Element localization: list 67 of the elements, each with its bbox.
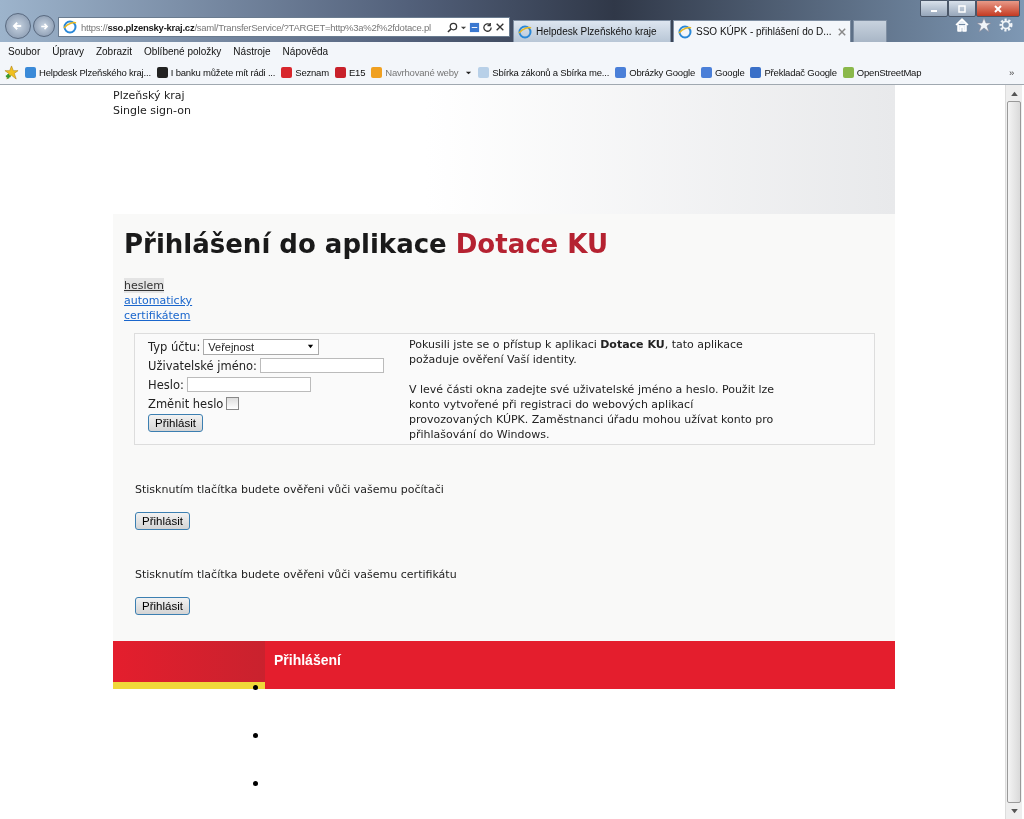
browser-tab[interactable]: Helpdesk Plzeňského kraje [513,20,671,42]
forward-button[interactable] [33,15,55,37]
globe-icon [678,24,692,39]
field-label: Heslo: [148,377,184,392]
menu-item[interactable]: Nástroje [227,46,277,57]
close-icon[interactable] [495,22,505,32]
login-button[interactable]: Přihlásit [135,512,190,530]
globe-icon [63,20,77,34]
checkbox-label: Změnit heslo [148,396,224,411]
compatibility-icon[interactable] [469,21,480,33]
info-paragraph: Pokusili jste se o přístup k aplikaci Dotace KU, tato aplikace požaduje ověření Vaší identity. [409,337,744,367]
close-icon [993,4,1003,13]
favorite-link[interactable]: Překladač Google [750,66,837,78]
close-button[interactable] [976,0,1020,17]
add-favorites-icon[interactable] [4,64,19,80]
favorite-link[interactable]: I banku můžete mít rádi ... [156,66,276,78]
scrollbar-thumb[interactable] [1007,101,1021,803]
favorite-link[interactable]: OpenStreetMap [842,66,922,78]
favorite-link[interactable]: Google [701,66,745,78]
login-method-link[interactable]: certifikátem [124,308,191,323]
menu-item[interactable]: Nápověda [276,46,335,57]
field-label: Uživatelské jméno: [148,358,257,373]
field-label: Typ účtu: [148,339,201,354]
username-field[interactable] [259,358,384,373]
favorite-link[interactable]: E15 [334,66,366,78]
password-field[interactable] [186,377,311,392]
menu-item[interactable]: Soubor [2,46,47,57]
maximize-button[interactable] [948,0,976,17]
browser-tab[interactable]: SSO KÚPK - přihlášení do D... [673,20,851,42]
favorite-link[interactable]: Helpdesk Plzeňského kraj... [25,66,151,78]
globe-icon [518,24,532,39]
scrollbar[interactable] [1005,85,1022,819]
menu-item[interactable]: Oblíbené položky [138,46,228,57]
login-method-link[interactable]: automaticky [124,293,193,308]
change-password-checkbox[interactable] [226,397,240,410]
favorite-link[interactable]: Navrhované weby [371,66,473,78]
header-text: Single sign-on [113,103,192,118]
refresh-icon[interactable] [482,21,493,33]
favorite-link[interactable]: Sbírka zákonů a Sbírka me... [478,66,610,78]
close-tab-icon[interactable] [838,27,846,36]
settings-icon[interactable] [998,17,1014,33]
minimize-button[interactable] [920,0,948,17]
caret-icon [307,343,315,350]
more-favorites-button[interactable]: » [1008,66,1014,78]
login-button[interactable]: Přihlásit [148,414,203,432]
favorite-link[interactable]: Obrázky Google [615,66,696,78]
page-title: Přihlášení do aplikace Dotace KU [124,228,610,260]
home-icon[interactable] [954,17,970,33]
login-method-link[interactable]: heslem [124,278,164,293]
section-text: Stisknutím tlačítka budete ověřeni vůči vašemu počítači [135,483,445,496]
account-type-select[interactable]: Veřejnost [203,338,320,355]
bullet-icon [253,781,258,786]
search-icon[interactable] [447,21,458,33]
address-bar[interactable]: https://sso.plzensky-kraj.cz/saml/TransferService/?TARGET=http%3a%2f%2fdotace.pl [58,17,510,37]
favorite-link[interactable]: Seznam [281,66,329,78]
bullet-icon [253,685,258,690]
header-text: Plzeňský kraj [113,88,186,103]
footer-title: Přihlášení [273,651,341,670]
menu-item[interactable]: Zobrazit [89,46,139,57]
info-paragraph: V levé části okna zadejte své uživatelské jméno a heslo. Použit lze konto vytvořené při registraci do webových aplikací provozovaných KÚPK. Zaměstnanci úřadu mohou užívat konto pro přihlašování do Windows. [409,382,776,442]
login-button[interactable]: Přihlásit [135,597,190,615]
menu-item[interactable]: Úpravy [46,46,90,57]
maximize-icon [957,4,967,13]
section-text: Stisknutím tlačítka budete ověřeni vůči vašemu certifikátu [135,568,458,581]
favorites-star-icon[interactable] [976,17,992,33]
back-button[interactable] [5,13,31,39]
bullet-icon [253,733,258,738]
